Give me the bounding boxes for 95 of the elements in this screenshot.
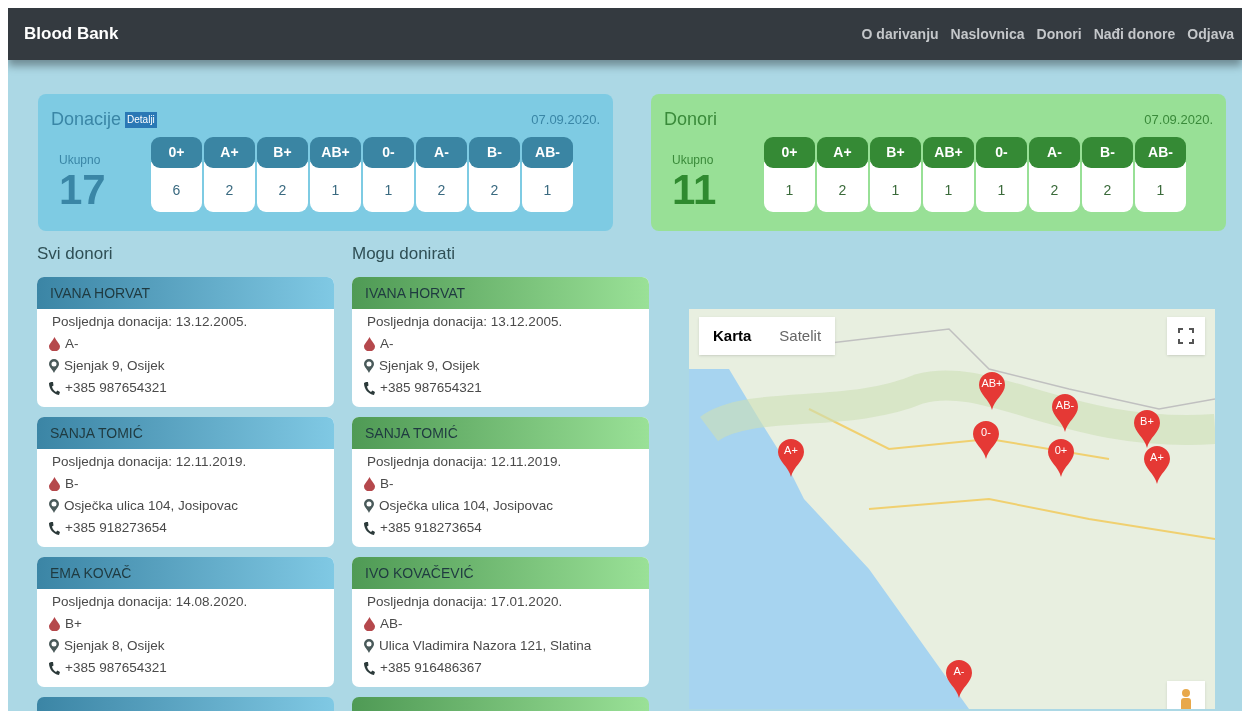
map-marker[interactable]: 0+ [1048,439,1074,477]
phone-icon [364,661,375,675]
last-donation-text: Posljednja donacija: 13.12.2005. [366,313,564,331]
address-text: Sjenjak 8, Osijek [64,637,165,655]
donor-name: EMA KOVAČ [37,557,334,589]
total-label: Ukupno [672,152,714,169]
list-heading: Svi donori [37,243,114,265]
phone-text: +385 918273654 [380,519,482,537]
address-text: Osječka ulica 104, Josipovac [64,497,239,515]
blood-drop-icon [364,477,375,491]
date-label: 07.09.2020. [1144,110,1213,129]
blood-type-label: B+ [257,137,308,168]
nav-link[interactable]: O darivanju [861,23,939,45]
blood-type-label: B- [1082,137,1133,168]
blood-type-text: B+ [65,615,82,633]
last-donation-text: Posljednja donacija: 14.08.2020. [51,593,249,611]
phone-text: +385 918273654 [65,519,167,537]
phone-text: +385 987654321 [65,379,167,397]
list-heading: Mogu donirati [352,243,456,265]
location-pin-icon [49,639,59,653]
phone-text: +385 916486367 [380,659,482,677]
map-marker[interactable]: A- [946,660,972,698]
phone-text: +385 987654321 [65,659,167,677]
nav-link[interactable]: Nađi donore [1093,23,1176,45]
blood-type-label: AB+ [310,137,361,168]
blood-type-label: A+ [204,137,255,168]
map-marker[interactable]: A+ [778,439,804,477]
address-text: Osječka ulica 104, Josipovac [379,497,554,515]
donor-name: IVANA HORVAT [37,277,334,309]
last-donation-text: Posljednja donacija: 13.12.2005. [51,313,249,331]
date-label: 07.09.2020. [531,110,600,129]
map-type-tab[interactable]: Karta [699,317,766,355]
blood-type-text: AB- [380,615,403,633]
donor-name: IVANA HORVAT [352,277,649,309]
map-view[interactable]: Karta Satelit A+ AB+ 0- AB- 0+ B+ A+ A- [689,309,1215,709]
nav-link[interactable]: Odjava [1187,23,1234,45]
blood-type-label: 0+ [151,137,202,168]
location-pin-icon [364,359,374,373]
blood-type-label: B- [469,137,520,168]
blood-type-text: B- [65,475,79,493]
blood-drop-icon [49,617,60,631]
location-pin-icon [49,359,59,373]
fullscreen-icon [1178,328,1194,344]
map-marker[interactable]: AB+ [979,372,1005,410]
address-text: Sjenjak 9, Osijek [64,357,165,375]
fullscreen-button[interactable] [1167,317,1205,355]
blood-type-label: AB- [1135,137,1186,168]
blood-type-text: A- [65,335,79,353]
address-text: Ulica Vladimira Nazora 121, Slatina [379,637,592,655]
details-button[interactable]: Detalji [125,111,157,128]
blood-drop-icon [49,477,60,491]
blood-type-label: A- [416,137,467,168]
person-icon [1179,689,1193,709]
blood-type-label: AB- [522,137,573,168]
phone-icon [49,381,60,395]
location-pin-icon [49,499,59,513]
card-title: Donacije [51,108,122,131]
blood-type-label: 0- [976,137,1027,168]
card-title: Donori [664,108,718,131]
brand-title[interactable]: Blood Bank [24,21,119,47]
blood-drop-icon [364,337,375,351]
phone-icon [364,521,375,535]
location-pin-icon [364,499,374,513]
blood-drop-icon [364,617,375,631]
total-count: 17 [59,169,106,211]
blood-type-label: AB+ [923,137,974,168]
donor-name: SANJA TOMIĆ [37,417,334,449]
last-donation-text: Posljednja donacija: 12.11.2019. [51,453,248,471]
donor-name: IVO KOVAČEVIĆ [352,557,649,589]
blood-type-label: 0+ [764,137,815,168]
address-text: Sjenjak 9, Osijek [379,357,480,375]
map-marker[interactable]: 0- [973,421,999,459]
total-count: 11 [672,169,717,211]
blood-type-label: A+ [817,137,868,168]
blood-drop-icon [49,337,60,351]
nav-link[interactable]: Naslovnica [950,23,1025,45]
map-type-tab[interactable]: Satelit [765,317,836,355]
blood-type-text: A- [380,335,394,353]
phone-icon [49,521,60,535]
blood-type-label: 0- [363,137,414,168]
map-marker[interactable]: B+ [1134,410,1160,448]
phone-icon [364,381,375,395]
blood-type-label: B+ [870,137,921,168]
last-donation-text: Posljednja donacija: 12.11.2019. [366,453,563,471]
donor-name: SANJA TOMIĆ [352,417,649,449]
phone-text: +385 987654321 [380,379,482,397]
map-marker[interactable]: AB- [1052,394,1078,432]
map-marker[interactable]: A+ [1144,446,1170,484]
nav-link[interactable]: Donori [1036,23,1082,45]
blood-type-text: B- [380,475,394,493]
total-label: Ukupno [59,152,101,169]
location-pin-icon [364,639,374,653]
blood-type-label: A- [1029,137,1080,168]
phone-icon [49,661,60,675]
last-donation-text: Posljednja donacija: 17.01.2020. [366,593,564,611]
